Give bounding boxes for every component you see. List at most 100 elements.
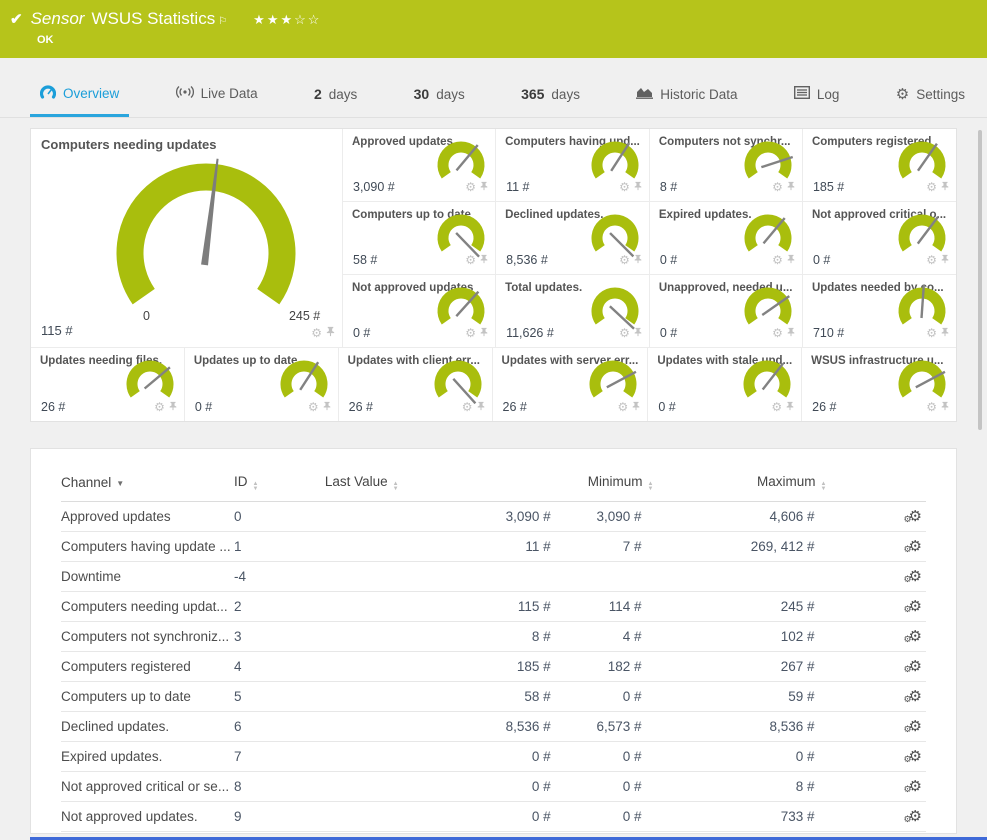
channel-settings-gears-icon[interactable]: ⚙⚙ xyxy=(909,537,922,555)
pin-icon[interactable] xyxy=(940,398,950,416)
cell-channel[interactable]: Not approved updates. xyxy=(61,801,234,831)
gauge-tile[interactable]: Expired updates. 0 #⚙ xyxy=(650,202,803,275)
pin-icon[interactable] xyxy=(479,324,489,342)
cell-channel[interactable]: Computers up to date xyxy=(61,681,234,711)
priority-stars[interactable]: ★★★☆☆ xyxy=(253,12,321,28)
pin-icon[interactable] xyxy=(786,324,796,342)
table-row[interactable]: Declined updates.68,536 #6,573 #8,536 #⚙… xyxy=(61,711,926,741)
table-row[interactable]: Not approved critical or se...80 #0 #8 #… xyxy=(61,771,926,801)
gauge-tile[interactable]: Approved updates 3,090 #⚙ xyxy=(343,129,496,202)
table-row[interactable]: Approved updates03,090 #3,090 #4,606 #⚙⚙ xyxy=(61,501,926,531)
channel-settings-gears-icon[interactable]: ⚙⚙ xyxy=(909,687,922,705)
column-header-channel[interactable]: Channel▼ xyxy=(61,465,234,501)
gear-icon[interactable]: ⚙ xyxy=(619,181,630,193)
cell-channel[interactable]: Computers not synchroniz... xyxy=(61,621,234,651)
channel-settings-gears-icon[interactable]: ⚙⚙ xyxy=(909,627,922,645)
gauge-tile[interactable]: Unapproved, needed u... 0 #⚙ xyxy=(650,275,803,348)
gauge-tile[interactable]: Updates with server err... 26 #⚙ xyxy=(493,348,649,421)
column-header-last-value[interactable]: Last Value▲▼ xyxy=(325,465,563,501)
gauge-tile[interactable]: Computers registered 185 #⚙ xyxy=(803,129,956,202)
pin-icon[interactable] xyxy=(633,251,643,269)
channel-settings-gears-icon[interactable]: ⚙⚙ xyxy=(909,657,922,675)
gear-icon[interactable]: ⚙ xyxy=(926,327,937,339)
gear-icon[interactable]: ⚙ xyxy=(926,181,937,193)
cell-channel[interactable]: Approved updates xyxy=(61,501,234,531)
pin-icon[interactable] xyxy=(940,251,950,269)
tab-live-data[interactable]: Live Data xyxy=(166,73,268,117)
gauge-tile[interactable]: Computers not synchr... 8 #⚙ xyxy=(650,129,803,202)
cell-channel[interactable]: Not approved critical or se... xyxy=(61,771,234,801)
gear-icon[interactable]: ⚙ xyxy=(772,254,783,266)
flag-icon[interactable]: ⚐ xyxy=(218,16,227,27)
cell-channel[interactable]: Computers having update ... xyxy=(61,531,234,561)
table-row[interactable]: Downtime-4⚙⚙ xyxy=(61,561,926,591)
gear-icon[interactable]: ⚙ xyxy=(308,401,319,413)
channel-settings-gears-icon[interactable]: ⚙⚙ xyxy=(909,807,922,825)
gauge-tile[interactable]: Computers up to date 58 #⚙ xyxy=(343,202,496,275)
channel-settings-gears-icon[interactable]: ⚙⚙ xyxy=(909,597,922,615)
table-row[interactable]: Computers registered4185 #182 #267 #⚙⚙ xyxy=(61,651,926,681)
pin-icon[interactable] xyxy=(940,178,950,196)
gear-icon[interactable]: ⚙ xyxy=(771,401,782,413)
cell-channel[interactable]: Computers needing updat... xyxy=(61,591,234,621)
main-gauge-tile[interactable]: Computers needing updates 0 245 # 115 # … xyxy=(31,129,343,348)
scrollbar-thumb[interactable] xyxy=(978,130,982,430)
tab-30-days[interactable]: 30days xyxy=(404,74,475,117)
table-row[interactable]: Computers having update ...111 #7 #269, … xyxy=(61,531,926,561)
gear-icon[interactable]: ⚙ xyxy=(619,254,630,266)
gear-icon[interactable]: ⚙ xyxy=(926,254,937,266)
gear-icon[interactable]: ⚙ xyxy=(465,254,476,266)
channel-settings-gears-icon[interactable]: ⚙⚙ xyxy=(909,717,922,735)
gear-icon[interactable]: ⚙ xyxy=(618,401,629,413)
column-header-minimum[interactable]: Minimum▲▼ xyxy=(563,465,654,501)
pin-icon[interactable] xyxy=(785,398,795,416)
table-row[interactable]: Not approved updates.90 #0 #733 #⚙⚙ xyxy=(61,801,926,831)
column-header-id[interactable]: ID▲▼ xyxy=(234,465,325,501)
pin-icon[interactable] xyxy=(631,398,641,416)
cell-channel[interactable]: Downtime xyxy=(61,561,234,591)
gear-icon[interactable]: ⚙ xyxy=(465,181,476,193)
channel-settings-gears-icon[interactable]: ⚙⚙ xyxy=(909,777,922,795)
gauge-tile[interactable]: Not approved updates 0 #⚙ xyxy=(343,275,496,348)
tab-settings[interactable]: ⚙Settings xyxy=(886,75,975,117)
gear-icon[interactable]: ⚙ xyxy=(926,401,937,413)
pin-icon[interactable] xyxy=(325,324,336,342)
pin-icon[interactable] xyxy=(786,178,796,196)
cell-channel[interactable]: Expired updates. xyxy=(61,741,234,771)
gear-icon[interactable]: ⚙ xyxy=(311,327,322,339)
channel-settings-gears-icon[interactable]: ⚙⚙ xyxy=(909,747,922,765)
gauge-tile[interactable]: Updates with client err... 26 #⚙ xyxy=(339,348,493,421)
pin-icon[interactable] xyxy=(633,178,643,196)
tab-historic-data[interactable]: Historic Data xyxy=(626,74,747,117)
gauge-tile[interactable]: Declined updates. 8,536 #⚙ xyxy=(496,202,650,275)
table-row[interactable]: Expired updates.70 #0 #0 #⚙⚙ xyxy=(61,741,926,771)
pin-icon[interactable] xyxy=(633,324,643,342)
gauge-tile[interactable]: Computers having upd... 11 #⚙ xyxy=(496,129,650,202)
gear-icon[interactable]: ⚙ xyxy=(619,327,630,339)
table-row[interactable]: Computers needing updat...2115 #114 #245… xyxy=(61,591,926,621)
pin-icon[interactable] xyxy=(786,251,796,269)
pin-icon[interactable] xyxy=(479,178,489,196)
pin-icon[interactable] xyxy=(940,324,950,342)
column-header-maximum[interactable]: Maximum▲▼ xyxy=(654,465,827,501)
gear-icon[interactable]: ⚙ xyxy=(465,327,476,339)
table-row[interactable]: Computers not synchroniz...38 #4 #102 #⚙… xyxy=(61,621,926,651)
tab-overview[interactable]: Overview xyxy=(30,73,129,117)
gauge-tile[interactable]: WSUS infrastructure u... 26 #⚙ xyxy=(802,348,956,421)
gauge-tile[interactable]: Total updates. 11,626 #⚙ xyxy=(496,275,650,348)
pin-icon[interactable] xyxy=(476,398,486,416)
gear-icon[interactable]: ⚙ xyxy=(462,401,473,413)
gauge-tile[interactable]: Updates with stale upd... 0 #⚙ xyxy=(648,348,802,421)
tab-log[interactable]: Log xyxy=(784,74,850,117)
channel-settings-gears-icon[interactable]: ⚙⚙ xyxy=(909,567,922,585)
gauge-tile[interactable]: Updates needed by co... 710 #⚙ xyxy=(803,275,956,348)
pin-icon[interactable] xyxy=(479,251,489,269)
gear-icon[interactable]: ⚙ xyxy=(154,401,165,413)
pin-icon[interactable] xyxy=(168,398,178,416)
gauge-tile[interactable]: Updates needing files. 26 #⚙ xyxy=(31,348,185,421)
pin-icon[interactable] xyxy=(322,398,332,416)
gear-icon[interactable]: ⚙ xyxy=(772,327,783,339)
cell-channel[interactable]: Declined updates. xyxy=(61,711,234,741)
gauge-tile[interactable]: Not approved critical o... 0 #⚙ xyxy=(803,202,956,275)
gauge-tile[interactable]: Updates up to date. 0 #⚙ xyxy=(185,348,339,421)
